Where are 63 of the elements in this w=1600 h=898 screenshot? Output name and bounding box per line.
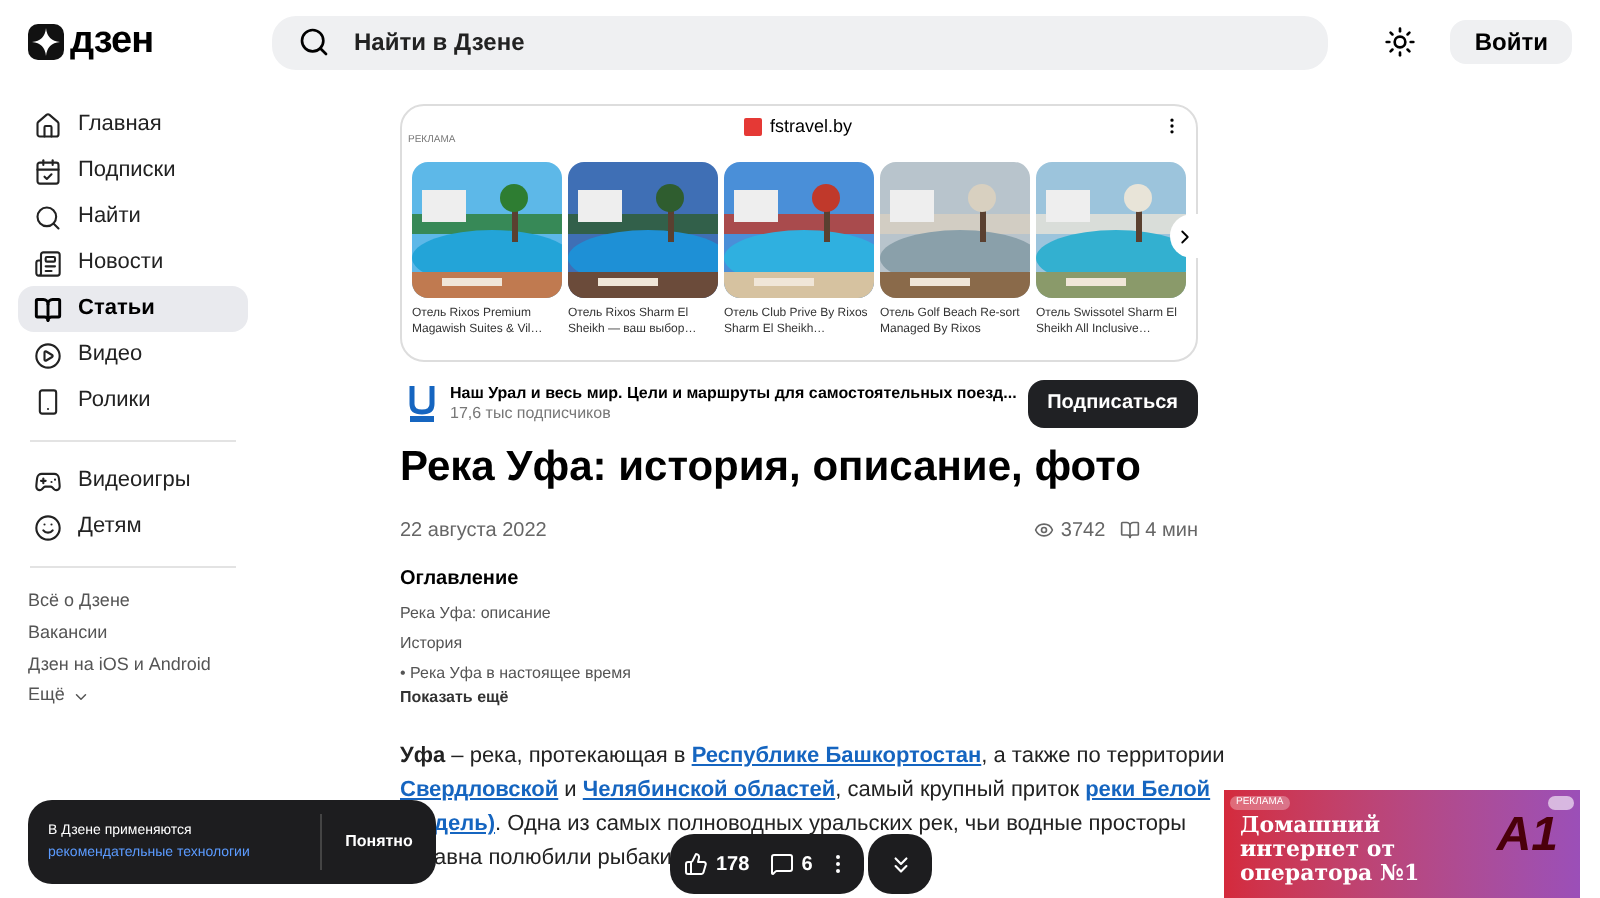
sidebar-item[interactable]: Подписки [18,148,248,194]
sidebar-item[interactable]: Найти [18,194,248,240]
comment-icon[interactable] [769,852,794,876]
sidebar-item[interactable]: Видео [18,332,248,378]
toc-link[interactable]: • Река Уфа в настоящее время [400,664,631,682]
search-icon [34,203,62,231]
book-icon [1119,520,1140,540]
toc-link[interactable]: История [400,634,463,652]
footer-link[interactable]: Дзен на iOS и Android [18,648,248,680]
smile-icon [34,513,62,541]
gamepad-icon [34,467,62,495]
brand-logo-icon [744,118,762,137]
article-link[interactable]: дель) [434,812,496,836]
logo-icon [28,24,64,60]
footer-link[interactable]: Всё о Дзене [18,584,248,616]
sidebar-item[interactable]: Главная [18,102,248,148]
search-icon [298,26,330,58]
scroll-down-button[interactable] [868,834,932,894]
sidebar-item[interactable]: Ролики [18,378,248,424]
newspaper-icon [34,249,62,277]
article-title: Река Уфа: история, описание, фото [400,442,1141,494]
ad-source: fstravel.by [770,114,853,140]
calendar-check-icon [34,157,62,185]
search-bar[interactable]: Найти в Дзене [272,15,1328,69]
subscribe-button[interactable]: Подписаться [1027,379,1198,427]
article-link[interactable]: Челябинской областей [582,778,836,802]
paragraph-line: Уфа – река, протекающая в Республике Башкортостан, а также по территории [400,744,1225,768]
channel-name[interactable]: Наш Урал и весь мир. Цели и маршруты для самостоятельных поезд... [450,383,1017,403]
sidebar-item[interactable]: Статьи [18,286,248,332]
comment-count: 6 [801,851,813,879]
play-icon [34,341,62,369]
paragraph-line: Свердловской и Челябинской областей, самый крупный приток реки Белой [400,778,1211,802]
more-link[interactable]: Ещё [18,680,101,712]
ad-card[interactable] [400,104,1198,362]
eye-icon [1034,520,1055,540]
show-more-link[interactable]: Показать ещё [400,686,1198,710]
article-link[interactable]: Свердловской [400,778,559,802]
article-link[interactable]: Республике Башкортостан [691,744,982,768]
subscriber-count: 17,6 тыс подписчиков [450,403,613,423]
view-count: 3742 [1060,517,1106,545]
sidebar-item[interactable]: Детям [18,504,248,550]
toc-title: Оглавление [400,566,521,594]
footer-link[interactable]: Вакансии [18,616,248,648]
home-icon [34,111,62,139]
channel-avatar [406,381,438,425]
accept-button[interactable]: Понятно [322,800,436,884]
read-time: 4 мин [1145,517,1198,545]
like-count: 178 [716,851,750,879]
logo-text: дзен [70,17,154,66]
toc-link[interactable]: Река Уфа: описание [400,604,551,622]
like-icon[interactable] [684,852,708,876]
sidebar-item[interactable]: Новости [18,240,248,286]
login-button[interactable]: Войти [1450,20,1572,64]
article-date: 22 августа 2022 [400,517,547,545]
sidebar-item[interactable]: Видеоигры [18,458,248,504]
paragraph-line: дель). Одна из самых полноводных уральских рек, чьи водные просторы [434,812,1187,836]
brand-logo: A1 [1496,810,1558,866]
theme-icon[interactable] [1384,26,1417,58]
book-icon [34,295,62,323]
phone-icon [34,387,62,415]
search-field[interactable]: Найти в Дзене [354,24,1154,60]
ad-headline: Домашний интернет от оператора №1 [1240,814,1422,886]
article-link[interactable]: реки Белой [1085,778,1211,802]
